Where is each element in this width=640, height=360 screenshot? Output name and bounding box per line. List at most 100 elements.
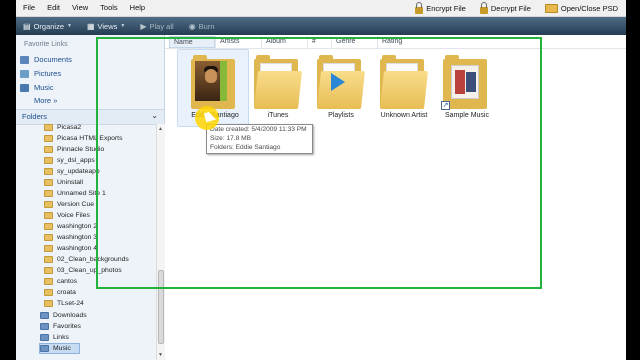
folder-tree: Picasa2 Picasa HTML Exports Pinnacle Stu… xyxy=(16,124,156,360)
tree-item[interactable]: Uninstall xyxy=(44,177,83,188)
tree-item[interactable]: Unnamed Site 1 xyxy=(44,188,106,199)
decrypt-file-label: Decrypt File xyxy=(490,3,531,13)
column-name[interactable]: Name xyxy=(169,36,215,48)
menu-edit[interactable]: Edit xyxy=(41,0,66,16)
column-genre[interactable]: Genre xyxy=(331,36,380,48)
more-links[interactable]: More » xyxy=(34,96,57,105)
tree-item[interactable]: Voice Files xyxy=(44,210,90,221)
folder-shortcut-icon: ↗ xyxy=(441,55,487,110)
tooltip-folders: Folders: Eddie Santiago xyxy=(210,143,281,151)
folder-icon xyxy=(44,168,53,175)
folder-icon xyxy=(44,223,53,230)
tree-item[interactable]: washington 2 xyxy=(44,221,97,232)
unlock-icon xyxy=(479,1,488,14)
tree-item-label: Links xyxy=(53,334,69,341)
organize-button[interactable]: ▤ Organize ▼ xyxy=(16,17,80,35)
tree-item-favorites[interactable]: Favorites xyxy=(40,321,81,332)
downloads-icon xyxy=(40,312,49,319)
play-icon: ▶ xyxy=(140,21,147,31)
tree-item-label: TLset-24 xyxy=(57,300,84,307)
folder-icon xyxy=(44,278,53,285)
folders-header[interactable]: Folders ⌄ xyxy=(16,109,164,125)
views-label: Views xyxy=(97,21,118,31)
navigation-pane: Favorite Links Documents Pictures Music … xyxy=(16,35,165,360)
file-list: Eddie Santiago iTunes Playlists Unknown … xyxy=(165,49,626,360)
organize-icon: ▤ xyxy=(23,21,31,31)
more-label: More xyxy=(34,96,52,105)
tree-item-music-selected[interactable]: Music xyxy=(39,343,80,354)
column-artists[interactable]: Artists xyxy=(215,36,266,48)
tree-item-downloads[interactable]: Downloads xyxy=(40,310,87,321)
tree-item[interactable]: washington 4 xyxy=(44,243,97,254)
chevron-down-icon: ▼ xyxy=(67,23,72,29)
column-rating[interactable]: Rating xyxy=(377,36,426,48)
tree-item-label: Music xyxy=(53,345,71,352)
folder-photo-icon xyxy=(191,55,235,109)
play-icon xyxy=(331,73,345,91)
scrollbar-thumb[interactable] xyxy=(158,270,164,344)
favorite-label: Music xyxy=(34,83,54,92)
favorite-pictures[interactable]: Pictures xyxy=(20,69,61,78)
folder-icon xyxy=(44,190,53,197)
encrypt-file-button[interactable]: Encrypt File xyxy=(415,1,466,14)
links-icon xyxy=(40,334,49,341)
play-all-button[interactable]: ▶ Play all xyxy=(133,17,181,35)
tree-item[interactable]: cantos xyxy=(44,276,77,287)
open-close-psd-button[interactable]: Open/Close PSD xyxy=(544,3,618,13)
folders-label: Folders xyxy=(22,112,48,121)
tree-item[interactable]: Picasa HTML Exports xyxy=(44,133,122,144)
folder-icon xyxy=(44,212,53,219)
decrypt-file-button[interactable]: Decrypt File xyxy=(479,1,531,14)
column-album[interactable]: Album xyxy=(261,36,312,48)
tree-item[interactable]: Pinnacle Studio xyxy=(44,144,104,155)
favorites-icon xyxy=(40,323,49,330)
menu-file[interactable]: File xyxy=(16,0,41,16)
pictures-icon xyxy=(20,69,29,78)
scroll-up-icon[interactable]: ▲ xyxy=(158,126,163,132)
tree-item[interactable]: 03_Clean_up_photos xyxy=(44,265,122,276)
tree-item-links[interactable]: Links xyxy=(40,332,69,343)
burn-disc-icon: ◉ xyxy=(188,21,196,31)
tooltip-size: Size: 17.8 MB xyxy=(210,134,252,142)
tree-item-label: cantos xyxy=(57,278,78,285)
tree-item-label: Unnamed Site 1 xyxy=(57,190,106,197)
menu-view[interactable]: View xyxy=(66,0,94,16)
folder-tree-scrollbar[interactable]: ▲ ▼ xyxy=(156,124,165,360)
favorite-documents[interactable]: Documents xyxy=(20,55,72,64)
tree-item-label: 03_Clean_up_photos xyxy=(57,267,122,274)
tree-item-label: Pinnacle Studio xyxy=(57,146,105,153)
folder-icon xyxy=(254,55,302,109)
folder-icon xyxy=(44,135,53,142)
music-icon xyxy=(20,83,29,92)
tree-item[interactable]: croata xyxy=(44,287,76,298)
menu-help[interactable]: Help xyxy=(124,0,151,16)
tree-item-label: Version Cue xyxy=(57,201,95,208)
favorite-label: Documents xyxy=(34,55,72,64)
tree-item[interactable]: sy_dsl_apps xyxy=(44,155,95,166)
folder-icon xyxy=(44,234,53,241)
folder-icon xyxy=(44,157,53,164)
tree-item-label: sy_updateapp xyxy=(57,168,100,175)
tree-item-label: sy_dsl_apps xyxy=(57,157,95,164)
chevron-down-icon: ▼ xyxy=(120,23,126,29)
burn-label: Burn xyxy=(198,21,215,31)
tree-item[interactable]: Version Cue xyxy=(44,199,94,210)
open-close-psd-label: Open/Close PSD xyxy=(560,3,618,13)
menu-tools[interactable]: Tools xyxy=(94,0,124,16)
column-track-number[interactable]: # xyxy=(307,36,332,48)
views-button[interactable]: ▦ Views ▼ xyxy=(80,17,133,35)
tree-item[interactable]: washington 3 xyxy=(44,232,97,243)
folder-icon xyxy=(44,289,53,296)
favorite-music[interactable]: Music xyxy=(20,83,54,92)
tree-item[interactable]: sy_updateapp xyxy=(44,166,100,177)
tree-item[interactable]: TLset-24 xyxy=(44,298,84,309)
scroll-down-icon[interactable]: ▼ xyxy=(158,352,163,358)
burn-button[interactable]: ◉ Burn xyxy=(182,17,223,35)
tree-item[interactable]: Picasa2 xyxy=(44,122,81,133)
command-toolbar: ▤ Organize ▼ ▦ Views ▼ ▶ Play all ◉ Burn xyxy=(16,17,626,35)
music-folder-icon xyxy=(40,345,49,352)
tree-item-label: Favorites xyxy=(53,323,81,330)
folder-icon xyxy=(44,300,53,307)
folder-icon xyxy=(44,124,53,131)
tree-item[interactable]: 02_Clean_backgrounds xyxy=(44,254,129,265)
